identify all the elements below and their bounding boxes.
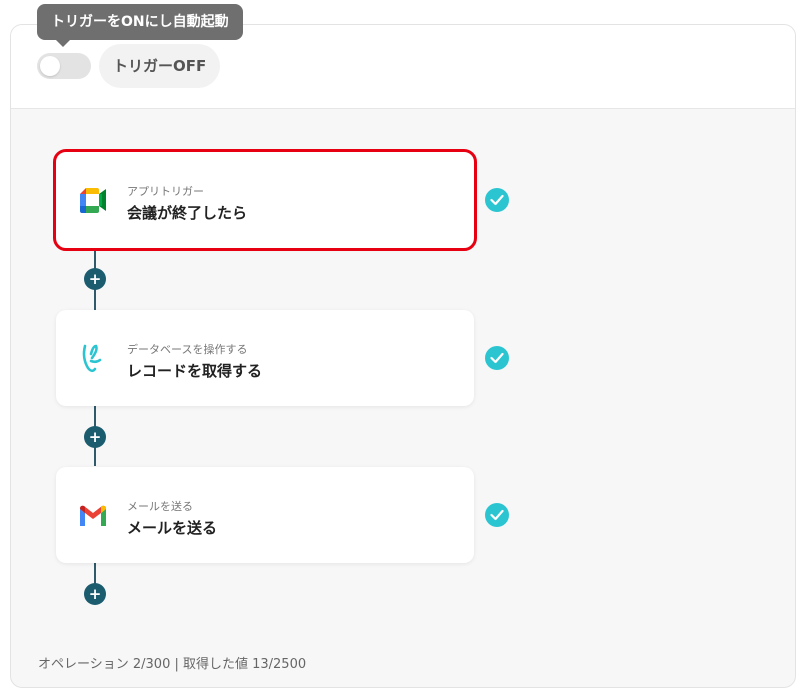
check-icon	[485, 346, 509, 370]
toggle-knob	[40, 56, 60, 76]
add-step-button[interactable]: +	[84, 426, 106, 448]
step-title: レコードを取得する	[127, 362, 263, 380]
step-category: アプリトリガー	[127, 185, 204, 198]
yoom-database-icon	[82, 344, 102, 373]
step-category: メールを送る	[127, 500, 193, 513]
step-category: データベースを操作する	[127, 343, 248, 356]
add-step-button[interactable]: +	[84, 583, 106, 605]
trigger-toggle[interactable]	[37, 53, 91, 79]
step-card-trigger[interactable]: アプリトリガー 会議が終了したら	[53, 149, 477, 251]
step-title: メールを送る	[127, 519, 218, 537]
tooltip-arrow	[56, 40, 70, 47]
add-step-button[interactable]: +	[84, 268, 106, 290]
step-card-database[interactable]: データベースを操作する レコードを取得する	[56, 310, 474, 406]
gmail-icon	[80, 505, 106, 526]
trigger-status-label: トリガーOFF	[99, 44, 221, 88]
google-meet-icon	[80, 188, 106, 213]
operation-usage-text: オペレーション 2/300 | 取得した値 13/2500	[38, 657, 307, 672]
step-title: 会議が終了したら	[127, 204, 248, 222]
check-icon	[485, 188, 509, 212]
step-card-mail[interactable]: メールを送る メールを送る	[56, 467, 474, 563]
check-icon	[485, 503, 509, 527]
trigger-tooltip: トリガーをONにし自動起動	[37, 4, 243, 40]
